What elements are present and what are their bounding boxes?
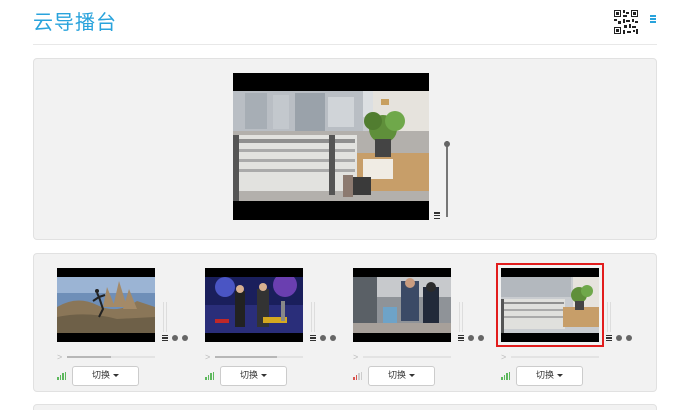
signal-weak-icon xyxy=(353,372,362,380)
source-menu-icon-1[interactable] xyxy=(162,335,168,342)
source-preview-4[interactable] xyxy=(496,263,604,347)
office-people-scene-image xyxy=(353,277,451,333)
source-volume-3[interactable] xyxy=(459,302,463,332)
source-dot-icon[interactable] xyxy=(182,335,188,341)
source-progress-1[interactable] xyxy=(67,356,155,358)
caret-down-icon xyxy=(261,374,267,377)
signal-strength-icon xyxy=(57,372,66,380)
program-panel xyxy=(33,58,657,240)
program-menu-icon[interactable] xyxy=(434,212,440,220)
source-menu-icon-3[interactable] xyxy=(458,335,464,342)
source-volume-4[interactable] xyxy=(607,302,611,332)
source-progress-3[interactable] xyxy=(363,356,451,358)
hiker-scene-image xyxy=(57,277,155,333)
source-card-2: > 切换 xyxy=(205,254,353,393)
signal-strength-icon xyxy=(205,372,214,380)
source-volume-2[interactable] xyxy=(311,302,315,332)
caret-down-icon xyxy=(557,374,563,377)
switch-button-label: 切换 xyxy=(535,371,554,381)
qr-code-icon[interactable] xyxy=(613,9,639,35)
sources-panel: > 切换 > 切换 > 切换 > 切换 xyxy=(33,253,657,392)
switch-button[interactable]: 切换 xyxy=(516,366,583,386)
page-title: 云导播台 xyxy=(33,10,117,34)
source-menu-icon-2[interactable] xyxy=(310,335,316,342)
source-dot-icon[interactable] xyxy=(172,335,178,341)
switch-button-label: 切换 xyxy=(387,371,406,381)
chevron-right-icon: > xyxy=(353,352,359,362)
header-divider xyxy=(33,44,657,45)
source-progress-fill-2 xyxy=(215,356,277,358)
source-dot-icon[interactable] xyxy=(468,335,474,341)
office-plant-scene-image xyxy=(501,277,599,333)
source-dot-icon[interactable] xyxy=(330,335,336,341)
signal-strength-icon xyxy=(501,372,510,380)
source-card-1: > 切换 xyxy=(57,254,205,393)
source-dot-icon[interactable] xyxy=(616,335,622,341)
source-dot-icon[interactable] xyxy=(320,335,326,341)
switch-button[interactable]: 切换 xyxy=(368,366,435,386)
switch-button-label: 切换 xyxy=(91,371,110,381)
source-progress-2[interactable] xyxy=(215,356,303,358)
source-preview-1[interactable] xyxy=(57,268,155,342)
program-volume-slider[interactable] xyxy=(446,141,448,217)
chevron-right-icon: > xyxy=(205,352,211,362)
source-card-4: > 切换 xyxy=(496,254,649,393)
switch-button[interactable]: 切换 xyxy=(72,366,139,386)
source-preview-3[interactable] xyxy=(353,268,451,342)
source-progress-4[interactable] xyxy=(511,356,599,358)
caret-down-icon xyxy=(113,374,119,377)
source-dot-icon[interactable] xyxy=(478,335,484,341)
menu-icon[interactable] xyxy=(650,15,656,23)
source-card-3: > 切换 xyxy=(353,254,501,393)
source-volume-1[interactable] xyxy=(163,302,167,332)
program-video[interactable] xyxy=(233,73,429,220)
office-scene-image xyxy=(233,91,429,201)
switch-button-label: 切换 xyxy=(239,371,258,381)
program-volume-handle[interactable] xyxy=(444,141,450,148)
switch-button[interactable]: 切换 xyxy=(220,366,287,386)
bottom-panel xyxy=(33,404,657,410)
source-preview-2[interactable] xyxy=(205,268,303,342)
source-menu-icon-4[interactable] xyxy=(606,335,612,342)
chevron-right-icon: > xyxy=(57,352,63,362)
caret-down-icon xyxy=(409,374,415,377)
chevron-right-icon: > xyxy=(501,352,507,362)
stage-scene-image xyxy=(205,277,303,333)
source-progress-fill-1 xyxy=(67,356,111,358)
source-dot-icon[interactable] xyxy=(626,335,632,341)
